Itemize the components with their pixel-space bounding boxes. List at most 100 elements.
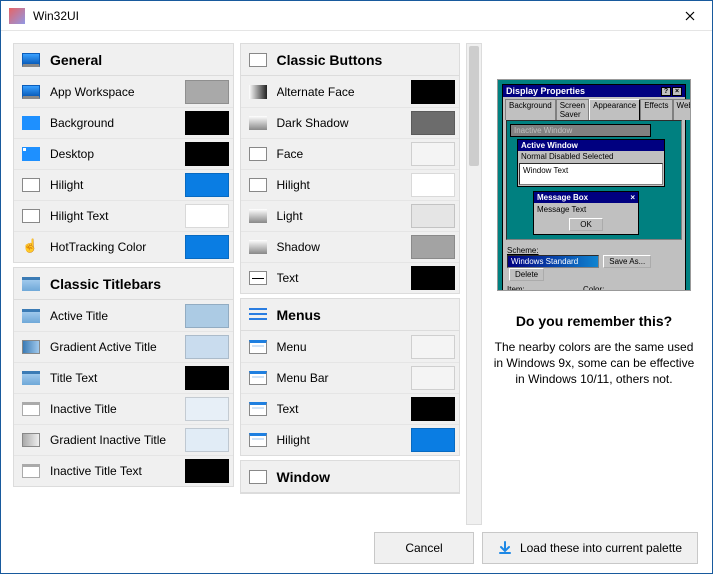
cancel-button[interactable]: Cancel <box>374 532 474 564</box>
window-icon <box>249 470 267 484</box>
row-label: Text <box>277 402 412 416</box>
section-heading: General <box>14 44 233 76</box>
left-column: General App Workspace Background Desktop Hi… <box>13 43 234 525</box>
palette-row[interactable]: Hilight <box>241 169 460 200</box>
preview-window-controls: ?× <box>661 87 682 96</box>
row-icon <box>249 371 267 385</box>
row-label: Inactive Title <box>50 402 185 416</box>
row-label: Hilight <box>50 178 185 192</box>
color-swatch[interactable] <box>185 111 229 135</box>
section-menus: Menus Menu Menu Bar Text Hilight <box>240 298 461 456</box>
palette-row[interactable]: Menu Bar <box>241 362 460 393</box>
palette-row[interactable]: Dark Shadow <box>241 107 460 138</box>
palette-row[interactable]: Background <box>14 107 233 138</box>
color-swatch[interactable] <box>411 366 455 390</box>
close-button[interactable] <box>667 1 712 30</box>
palette-row[interactable]: Desktop <box>14 138 233 169</box>
palette-row[interactable]: Inactive Title Text <box>14 455 233 486</box>
row-label: Dark Shadow <box>277 116 412 130</box>
row-label: Background <box>50 116 185 130</box>
color-swatch[interactable] <box>411 266 455 290</box>
palette-row[interactable]: Menu <box>241 331 460 362</box>
color-swatch[interactable] <box>411 235 455 259</box>
row-icon <box>22 340 40 354</box>
row-icon <box>249 271 267 285</box>
color-swatch[interactable] <box>185 80 229 104</box>
row-icon <box>22 371 40 385</box>
row-icon <box>22 309 40 323</box>
row-label: Menu <box>277 340 412 354</box>
scrollbar[interactable] <box>466 43 482 525</box>
row-label: Face <box>277 147 412 161</box>
palette-row[interactable]: Active Title <box>14 300 233 331</box>
row-icon <box>22 433 40 447</box>
heading-text: Classic Titlebars <box>50 276 161 292</box>
scrollbar-thumb[interactable] <box>469 46 479 166</box>
section-heading: Classic Titlebars <box>14 268 233 300</box>
color-swatch[interactable] <box>411 111 455 135</box>
palette-row[interactable]: Shadow <box>241 231 460 262</box>
palette-row[interactable]: Inactive Title <box>14 393 233 424</box>
row-label: Hilight <box>277 433 412 447</box>
palette-row[interactable]: HotTracking Color <box>14 231 233 262</box>
palette-row[interactable]: Face <box>241 138 460 169</box>
content-area: General App Workspace Background Desktop Hi… <box>1 31 712 525</box>
row-label: App Workspace <box>50 85 185 99</box>
color-swatch[interactable] <box>411 142 455 166</box>
color-swatch[interactable] <box>185 142 229 166</box>
row-label: Title Text <box>50 371 185 385</box>
heading-text: Menus <box>277 307 321 323</box>
color-swatch[interactable] <box>185 366 229 390</box>
row-icon <box>249 340 267 354</box>
palette-row[interactable]: Hilight Text <box>14 200 233 231</box>
titlebar: Win32UI <box>1 1 712 31</box>
menu-icon <box>249 308 267 322</box>
preview-tabs: Background Screen Saver Appearance Effec… <box>503 97 685 120</box>
palette-row[interactable]: Hilight <box>14 169 233 200</box>
palette-row[interactable]: Gradient Active Title <box>14 331 233 362</box>
row-label: Desktop <box>50 147 185 161</box>
row-label: Alternate Face <box>277 85 412 99</box>
color-swatch[interactable] <box>185 459 229 483</box>
color-swatch[interactable] <box>411 204 455 228</box>
row-icon <box>22 116 40 130</box>
color-swatch[interactable] <box>411 335 455 359</box>
row-label: Active Title <box>50 309 185 323</box>
color-swatch[interactable] <box>185 335 229 359</box>
color-swatch[interactable] <box>411 80 455 104</box>
palette-row[interactable]: Title Text <box>14 362 233 393</box>
heading-text: Window <box>277 469 331 485</box>
button-icon <box>249 53 267 67</box>
color-swatch[interactable] <box>411 397 455 421</box>
load-button[interactable]: Load these into current palette <box>482 532 698 564</box>
close-icon <box>685 11 695 21</box>
win9x-preview: Display Properties ?× Background Screen … <box>497 79 691 291</box>
color-swatch[interactable] <box>185 235 229 259</box>
palette-row[interactable]: Text <box>241 393 460 424</box>
row-icon <box>22 85 40 99</box>
color-swatch[interactable] <box>185 397 229 421</box>
palette-row[interactable]: Light <box>241 200 460 231</box>
section-buttons: Classic Buttons Alternate FaceDark Shado… <box>240 43 461 294</box>
row-icon <box>249 116 267 130</box>
color-swatch[interactable] <box>185 428 229 452</box>
row-label: Gradient Inactive Title <box>50 433 185 447</box>
dialog-window: Win32UI General App Workspace Background D… <box>0 0 713 574</box>
row-label: Inactive Title Text <box>50 464 185 478</box>
palette-row[interactable]: Text <box>241 262 460 293</box>
palette-row[interactable]: Hilight <box>241 424 460 455</box>
color-swatch[interactable] <box>185 173 229 197</box>
palette-row[interactable]: Gradient Inactive Title <box>14 424 233 455</box>
row-icon <box>22 209 40 223</box>
color-swatch[interactable] <box>185 304 229 328</box>
row-label: Hilight Text <box>50 209 185 223</box>
row-icon <box>249 433 267 447</box>
app-icon <box>9 8 25 24</box>
color-swatch[interactable] <box>411 428 455 452</box>
color-swatch[interactable] <box>411 173 455 197</box>
row-icon <box>249 402 267 416</box>
row-icon <box>22 240 40 254</box>
color-swatch[interactable] <box>185 204 229 228</box>
palette-row[interactable]: Alternate Face <box>241 76 460 107</box>
palette-row[interactable]: App Workspace <box>14 76 233 107</box>
